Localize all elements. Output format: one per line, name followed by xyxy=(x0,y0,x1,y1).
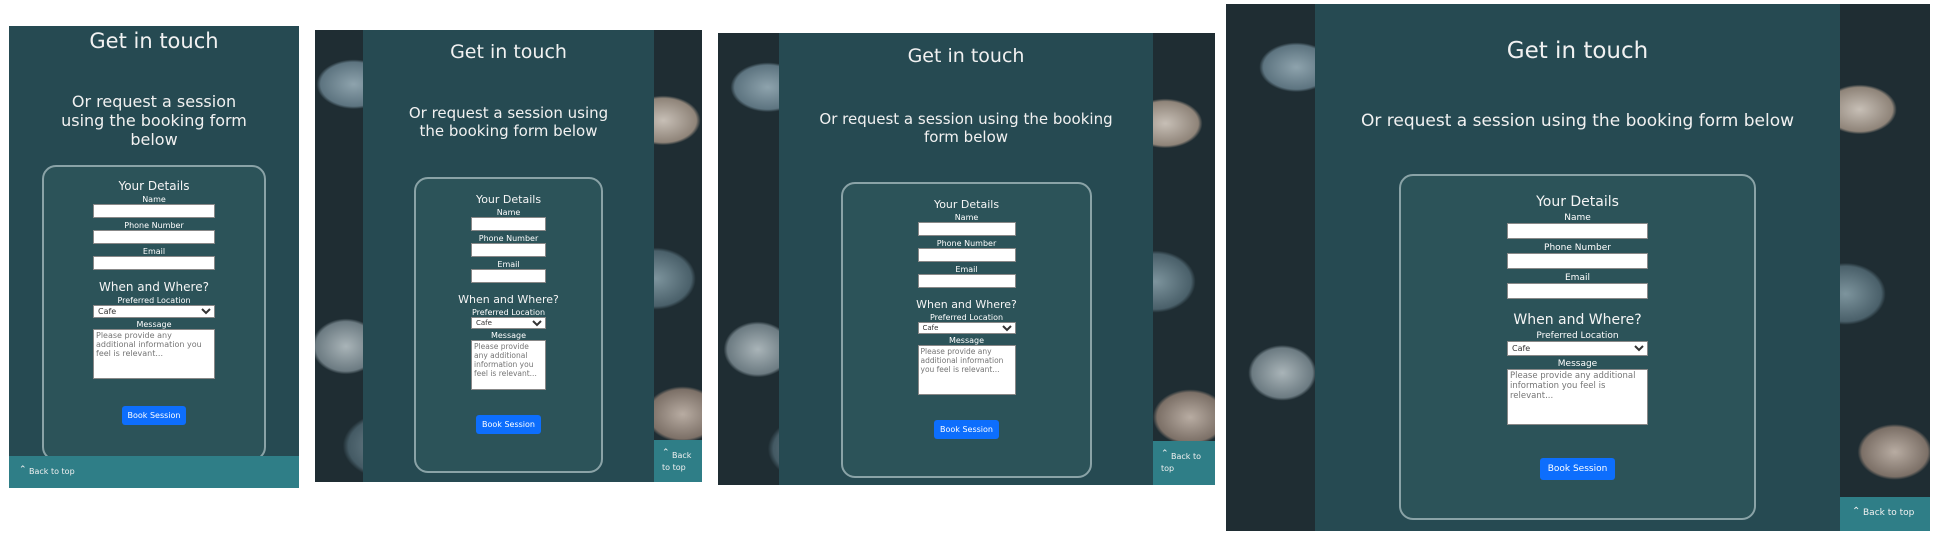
page-subtitle: Or request a session using the booking f… xyxy=(408,104,609,140)
book-session-button[interactable]: Book Session xyxy=(121,406,187,425)
message-label: Message xyxy=(490,331,527,340)
contact-panel: Get in touch Or request a session using … xyxy=(779,33,1153,485)
back-to-top-label: Back to top xyxy=(1863,508,1915,518)
page-subtitle: Or request a session using the booking f… xyxy=(1360,111,1795,131)
email-label: Email xyxy=(497,260,520,269)
message-label: Message xyxy=(1557,359,1598,369)
message-label: Message xyxy=(136,320,172,329)
back-to-top-link[interactable]: ⌃ Back to top xyxy=(1840,497,1930,531)
location-label: Preferred Location xyxy=(929,313,1004,322)
chevron-up-icon: ⌃ xyxy=(1852,506,1861,517)
book-session-button[interactable]: Book Session xyxy=(476,415,541,434)
details-title: Your Details xyxy=(1536,194,1619,210)
message-label: Message xyxy=(948,336,985,345)
location-select[interactable]: Cafe xyxy=(471,317,546,329)
details-title: Your Details xyxy=(933,198,1000,211)
page-subtitle: Or request a session using the booking f… xyxy=(819,110,1113,146)
name-input[interactable] xyxy=(471,217,546,231)
screenshot-4: Get in touch Or request a session using … xyxy=(1226,4,1930,531)
phone-label: Phone Number xyxy=(124,221,184,230)
location-select[interactable]: Cafe xyxy=(917,322,1016,334)
when-title: When and Where? xyxy=(458,293,559,306)
name-label: Name xyxy=(496,208,521,217)
when-title: When and Where? xyxy=(916,298,1017,311)
message-textarea[interactable] xyxy=(1507,369,1648,425)
page-title: Get in touch xyxy=(89,29,219,53)
name-label: Name xyxy=(954,213,979,222)
back-to-top-label: Back to top xyxy=(1161,452,1201,473)
booking-form: Your Details Name Phone Number Email Whe… xyxy=(1399,174,1756,520)
book-session-button[interactable]: Book Session xyxy=(1539,458,1616,480)
back-to-top-link[interactable]: ⌃ Back to top xyxy=(1153,441,1215,485)
phone-label: Phone Number xyxy=(1544,243,1611,253)
email-label: Email xyxy=(142,247,166,256)
back-to-top-label: Back to top xyxy=(662,451,692,472)
name-label: Name xyxy=(1564,213,1591,223)
back-to-top-label: Back to top xyxy=(29,467,75,476)
booking-form: Your Details Name Phone Number Email Whe… xyxy=(414,177,603,473)
contact-panel: Get in touch Or request a session using … xyxy=(1315,4,1840,531)
details-title: Your Details xyxy=(118,179,190,193)
contact-panel: Get in touch Or request a session using … xyxy=(9,26,299,488)
location-label: Preferred Location xyxy=(471,308,546,317)
email-input[interactable] xyxy=(917,274,1016,288)
screenshot-2: Get in touch Or request a session using … xyxy=(315,30,702,482)
location-label: Preferred Location xyxy=(117,296,191,305)
details-title: Your Details xyxy=(475,193,542,206)
email-input[interactable] xyxy=(471,269,546,283)
contact-panel: Get in touch Or request a session using … xyxy=(363,30,654,482)
chevron-up-icon: ⌃ xyxy=(19,465,27,475)
email-label: Email xyxy=(1565,273,1590,283)
message-textarea[interactable] xyxy=(471,340,546,390)
phone-input[interactable] xyxy=(1507,253,1648,269)
phone-label: Phone Number xyxy=(936,239,997,248)
phone-input[interactable] xyxy=(917,248,1016,262)
message-textarea[interactable] xyxy=(917,345,1016,395)
message-textarea[interactable] xyxy=(93,329,215,379)
page-title: Get in touch xyxy=(907,45,1025,67)
phone-input[interactable] xyxy=(471,243,546,257)
book-session-button[interactable]: Book Session xyxy=(934,420,999,439)
back-to-top-link[interactable]: ⌃ Back to top xyxy=(9,456,299,488)
screenshot-1: Get in touch Or request a session using … xyxy=(9,26,299,488)
location-select[interactable]: Cafe xyxy=(1507,341,1648,356)
name-input[interactable] xyxy=(917,222,1016,236)
name-input[interactable] xyxy=(93,204,215,218)
page-subtitle: Or request a session using the booking f… xyxy=(61,92,247,149)
phone-input[interactable] xyxy=(93,230,215,244)
page-title: Get in touch xyxy=(1506,38,1649,64)
location-select[interactable]: Cafe xyxy=(93,305,215,318)
name-label: Name xyxy=(142,195,166,204)
booking-form: Your Details Name Phone Number Email Whe… xyxy=(42,165,266,461)
location-label: Preferred Location xyxy=(1536,331,1619,341)
back-to-top-link[interactable]: ⌃ Back to top xyxy=(654,440,702,482)
email-input[interactable] xyxy=(1507,283,1648,299)
name-input[interactable] xyxy=(1507,223,1648,239)
when-title: When and Where? xyxy=(1513,312,1642,328)
email-input[interactable] xyxy=(93,256,215,270)
phone-label: Phone Number xyxy=(478,234,539,243)
when-title: When and Where? xyxy=(99,280,209,294)
page-title: Get in touch xyxy=(450,41,567,63)
email-label: Email xyxy=(955,265,978,274)
booking-form: Your Details Name Phone Number Email Whe… xyxy=(841,182,1092,478)
screenshot-3: Get in touch Or request a session using … xyxy=(718,33,1215,485)
